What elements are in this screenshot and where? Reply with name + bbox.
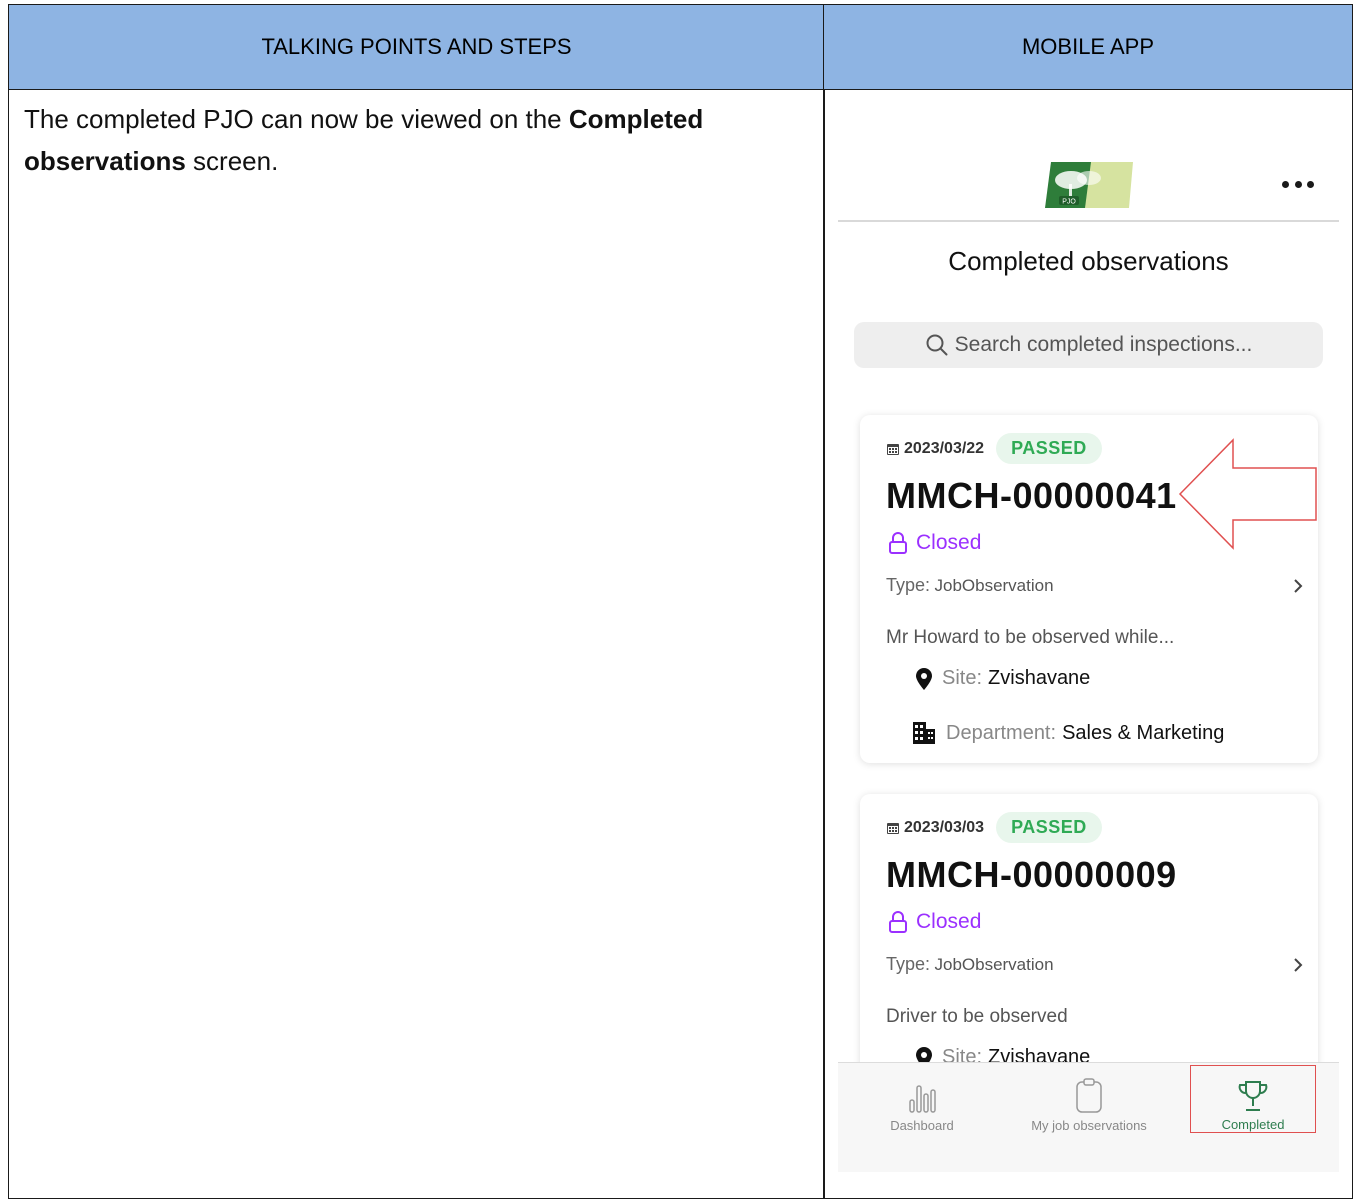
observation-code: MMCH-00000041 [886, 475, 1177, 516]
site-row: Site: Zvishavane [916, 667, 1090, 690]
tab-my-job-observations[interactable]: My job observations [1016, 1063, 1162, 1133]
header-mobile-app: MOBILE APP [823, 4, 1353, 90]
tab-label: My job observations [1031, 1118, 1147, 1133]
tab-completed[interactable]: Completed [1190, 1065, 1316, 1133]
highlight-arrow-icon [1178, 438, 1317, 550]
phone-screenshot: PJO Completed observations Search comple… [838, 90, 1339, 1172]
talk-text-pre: The completed PJO can now be viewed on t… [24, 104, 569, 134]
dot-icon [1282, 180, 1289, 188]
header-talking-points-label: TALKING POINTS AND STEPS [261, 34, 572, 59]
bottom-tab-bar: Dashboard My job observations Completed [838, 1062, 1339, 1172]
talking-points-cell: The completed PJO can now be viewed on t… [8, 89, 825, 1199]
status-badge: PASSED [996, 433, 1102, 464]
calendar-icon [887, 443, 899, 455]
app-header: PJO [838, 90, 1339, 222]
card-date-row: 2023/03/03 PASSED [886, 812, 1102, 843]
tree-logo-icon: PJO [1045, 162, 1133, 208]
header-mobile-app-label: MOBILE APP [1021, 34, 1155, 59]
dot-icon [1294, 180, 1302, 188]
type-value: JobObservation [934, 955, 1054, 974]
search-input[interactable]: Search completed inspections... [854, 322, 1323, 368]
bar-chart-icon [909, 1085, 936, 1113]
department-value: Sales & Marketing [1062, 721, 1225, 744]
observation-code: MMCH-00000009 [886, 854, 1177, 895]
status-badge: PASSED [996, 812, 1102, 843]
department-label: Department: [946, 721, 1057, 744]
type-label: Type: [886, 954, 931, 974]
tab-dashboard[interactable]: Dashboard [868, 1063, 976, 1133]
site-value: Zvishavane [988, 667, 1091, 689]
closed-label: Closed [916, 531, 982, 554]
more-options-button[interactable] [1278, 172, 1318, 196]
building-icon [913, 722, 935, 744]
closed-status-row: Closed [888, 910, 981, 934]
logo-text: PJO [1062, 199, 1076, 206]
search-placeholder: Search completed inspections... [954, 333, 1253, 356]
clipboard-icon [1076, 1078, 1102, 1113]
lock-icon [889, 532, 907, 554]
pjo-logo: PJO [1045, 162, 1133, 208]
chevron-right-icon[interactable] [1292, 577, 1304, 595]
closed-status-row: Closed [888, 531, 981, 555]
chevron-right-icon[interactable] [1292, 956, 1304, 974]
closed-label: Closed [916, 910, 982, 933]
dot-icon [1307, 180, 1314, 188]
location-pin-icon [916, 667, 932, 690]
talk-text-post: screen. [185, 146, 279, 176]
type-row: Type: JobObservation [886, 954, 1304, 975]
type-value: JobObservation [934, 576, 1054, 595]
tab-label: Dashboard [890, 1118, 954, 1133]
search-icon [926, 334, 948, 356]
observation-description: Mr Howard to be observed while... [886, 627, 1175, 648]
tab-label: Completed [1221, 1117, 1285, 1132]
lock-icon [889, 911, 907, 933]
card-date-row: 2023/03/22 PASSED [886, 433, 1102, 464]
screen-title: Completed observations [948, 246, 1229, 276]
header-talking-points: TALKING POINTS AND STEPS [8, 4, 825, 90]
talking-point-text: The completed PJO can now be viewed on t… [24, 98, 804, 182]
calendar-icon [887, 822, 899, 834]
type-row: Type: JobObservation [886, 575, 1304, 596]
site-label: Site: [942, 667, 983, 689]
observation-description: Driver to be observed [886, 1006, 1068, 1027]
department-row: Department: Sales & Marketing [912, 721, 1224, 745]
card-date: 2023/03/22 [904, 439, 985, 457]
type-label: Type: [886, 575, 931, 595]
trophy-icon [1238, 1081, 1268, 1111]
card-date: 2023/03/03 [904, 818, 985, 836]
